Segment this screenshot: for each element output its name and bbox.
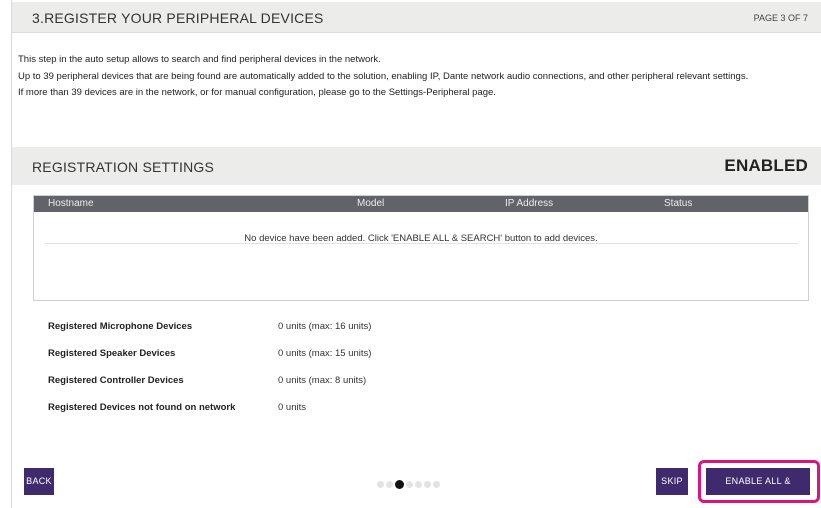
registration-status: ENABLED	[724, 156, 808, 175]
page-progress-dots	[377, 476, 442, 490]
page-dot	[406, 481, 413, 489]
page-dot	[433, 481, 440, 489]
column-header-model[interactable]: Model	[357, 198, 384, 209]
registration-settings-title: REGISTRATION SETTINGS	[32, 159, 215, 175]
table-header: Hostname Model IP Address Status	[34, 196, 808, 212]
step-header: 3.REGISTER YOUR PERIPHERAL DEVICES PAGE …	[12, 2, 821, 33]
stat-label: Registered Microphone Devices	[48, 321, 193, 332]
intro-line: Up to 39 peripheral devices that are bei…	[18, 70, 749, 82]
back-button[interactable]: BACK	[24, 468, 54, 495]
devices-table: Hostname Model IP Address Status No devi…	[33, 195, 809, 301]
stat-value: 0 units (max: 15 units)	[278, 348, 372, 359]
button-highlight-frame	[698, 460, 820, 503]
intro-text: This step in the auto setup allows to se…	[18, 52, 818, 102]
stat-value: 0 units (max: 8 units)	[278, 375, 367, 386]
intro-line: This step in the auto setup allows to se…	[18, 54, 381, 65]
page-dot	[424, 481, 431, 489]
stat-value: 0 units (max: 16 units)	[278, 321, 372, 332]
skip-button[interactable]: SKIP	[656, 468, 688, 495]
column-header-hostname[interactable]: Hostname	[48, 198, 94, 209]
step-title: 3.REGISTER YOUR PERIPHERAL DEVICES	[32, 10, 324, 26]
table-divider	[44, 243, 798, 244]
page-dot	[386, 481, 393, 489]
stat-value: 0 units	[278, 402, 306, 413]
page-indicator: PAGE 3 OF 7	[753, 13, 808, 23]
stat-label: Registered Speaker Devices	[48, 348, 176, 359]
page-dot	[377, 481, 384, 489]
page-dot-active	[395, 480, 404, 490]
registration-settings-header: REGISTRATION SETTINGS ENABLED	[12, 147, 821, 185]
stat-label: Registered Devices not found on network	[48, 402, 236, 413]
setup-wizard-panel: 3.REGISTER YOUR PERIPHERAL DEVICES PAGE …	[11, 0, 821, 508]
stat-label: Registered Controller Devices	[48, 375, 184, 386]
column-header-status[interactable]: Status	[664, 198, 692, 209]
page-dot	[415, 481, 422, 489]
intro-line: If more than 39 devices are in the netwo…	[18, 87, 496, 98]
column-header-ip-address[interactable]: IP Address	[505, 198, 553, 209]
